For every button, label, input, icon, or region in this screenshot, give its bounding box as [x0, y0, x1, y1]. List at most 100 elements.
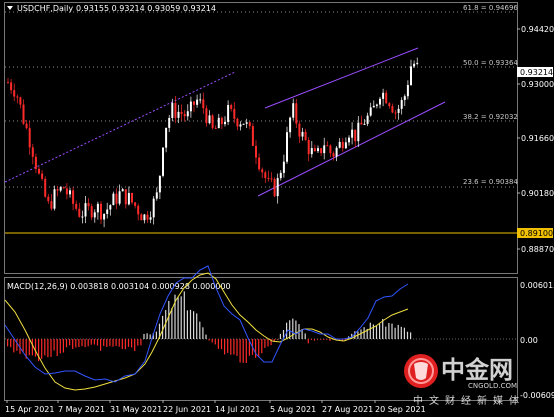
candle-body: [84, 203, 87, 217]
macd-histogram-bar: [239, 339, 241, 363]
macd-histogram-bar: [258, 339, 260, 358]
macd-histogram-bar: [146, 333, 148, 339]
macd-histogram-bar: [369, 322, 371, 339]
candle-body: [304, 131, 307, 141]
candle-body: [56, 189, 59, 191]
price-chart[interactable]: USDCHF,Daily 0.93155 0.93214 0.93059 0.9…: [0, 0, 554, 417]
channel-upper: [264, 47, 419, 109]
candle-body: [261, 169, 264, 173]
candle-body: [137, 205, 140, 215]
macd-histogram-bar: [31, 339, 33, 356]
candle-body: [93, 212, 96, 218]
candle-body: [388, 103, 391, 107]
candle-body: [397, 108, 400, 113]
candle-body: [270, 178, 273, 180]
candle-body: [38, 168, 40, 174]
candle-body: [366, 115, 369, 124]
candle-body: [72, 190, 75, 204]
macd-histogram-bar: [400, 326, 402, 339]
candle-body: [354, 129, 357, 142]
candle-body: [106, 209, 109, 214]
macd-histogram-bar: [78, 339, 80, 348]
price-tick: 0.91660: [521, 134, 554, 143]
time-label: 14 Jul 2021: [215, 405, 260, 414]
macd-histogram-bar: [41, 339, 43, 359]
symbol-label[interactable]: USDCHF,Daily: [17, 4, 73, 13]
candle-body: [406, 85, 409, 97]
candle-body: [248, 122, 251, 127]
candle-body: [112, 193, 115, 206]
macd-tick: 0.006015: [520, 281, 554, 290]
candle-body: [183, 113, 186, 117]
macd-histogram-bar: [84, 339, 86, 348]
macd-histogram-bar: [382, 319, 384, 339]
candle-body: [279, 172, 282, 179]
candle-body: [44, 178, 47, 197]
candle-body: [109, 205, 112, 210]
macd-histogram-bar: [208, 339, 210, 341]
macd-histogram-bar: [62, 339, 64, 353]
macd-tick: -0.006092: [520, 391, 554, 400]
candle-body: [118, 191, 121, 204]
current-price-text: 0.93214: [520, 68, 553, 77]
macd-histogram-bar: [403, 327, 405, 339]
candle-body: [62, 187, 65, 189]
macd-histogram-bar: [10, 339, 12, 348]
macd-histogram-bar: [307, 339, 309, 344]
candle-body: [193, 101, 195, 105]
candle-body: [360, 122, 363, 125]
candle-body: [403, 96, 406, 101]
time-label: 15 Apr 2021: [5, 405, 54, 414]
macd-histogram-bar: [255, 339, 257, 358]
macd-histogram-bar: [205, 334, 207, 339]
candle-body: [158, 175, 161, 193]
macd-histogram-bar: [317, 339, 319, 340]
cngold-watermark: 中金网 CNGOLD.COM 中文财经新媒体: [404, 354, 519, 407]
macd-histogram-bar: [168, 300, 170, 339]
macd-histogram-bar: [118, 339, 120, 347]
candle-body: [149, 217, 152, 220]
symbol-menu-icon[interactable]: [7, 6, 13, 10]
macd-histogram-bar: [69, 339, 71, 346]
candle-body: [103, 213, 106, 220]
candle-body: [379, 98, 381, 105]
candle-body: [7, 82, 9, 84]
macd-histogram-bar: [143, 333, 145, 339]
candle-body: [317, 148, 319, 152]
macd-histogram-bar: [124, 339, 126, 350]
macd-histogram-bar: [193, 311, 195, 339]
candle-body: [217, 117, 220, 129]
candle-body: [326, 145, 329, 147]
macd-histogram-bar: [295, 320, 297, 339]
candle-body: [143, 214, 146, 221]
candle-body: [205, 108, 208, 124]
macd-histogram-bar: [28, 339, 30, 356]
macd-histogram-bar: [406, 331, 409, 339]
candle-body: [16, 96, 19, 98]
watermark-domain: CNGOLD.COM: [468, 382, 517, 390]
candle-body: [286, 132, 288, 162]
candle-body: [81, 216, 84, 218]
macd-histogram-bar: [16, 339, 18, 351]
macd-histogram-bar: [236, 339, 238, 356]
macd-histogram: [7, 291, 412, 364]
candle-body: [298, 123, 301, 137]
candle-body: [121, 189, 124, 192]
candle-body: [162, 147, 164, 176]
macd-histogram-bar: [320, 339, 322, 340]
candle-body: [220, 117, 223, 125]
fib-label-618: 61.8 = 0.94696: [463, 4, 518, 12]
candle-body: [230, 105, 233, 109]
macd-histogram-bar: [109, 339, 111, 347]
macd-histogram-bar: [81, 339, 83, 347]
macd-histogram-bar: [186, 310, 188, 339]
candle-body: [47, 196, 50, 202]
macd-histogram-bar: [155, 331, 157, 339]
macd-histogram-bar: [177, 297, 179, 339]
macd-histogram-bar: [47, 339, 49, 358]
macd-label: MACD(12,26,9) 0.003818 0.003104 0.000928…: [7, 282, 231, 291]
macd-histogram-bar: [90, 339, 92, 345]
candle-body: [100, 203, 102, 220]
candle-body: [320, 148, 323, 154]
price-tick: 0.93000: [521, 80, 554, 89]
